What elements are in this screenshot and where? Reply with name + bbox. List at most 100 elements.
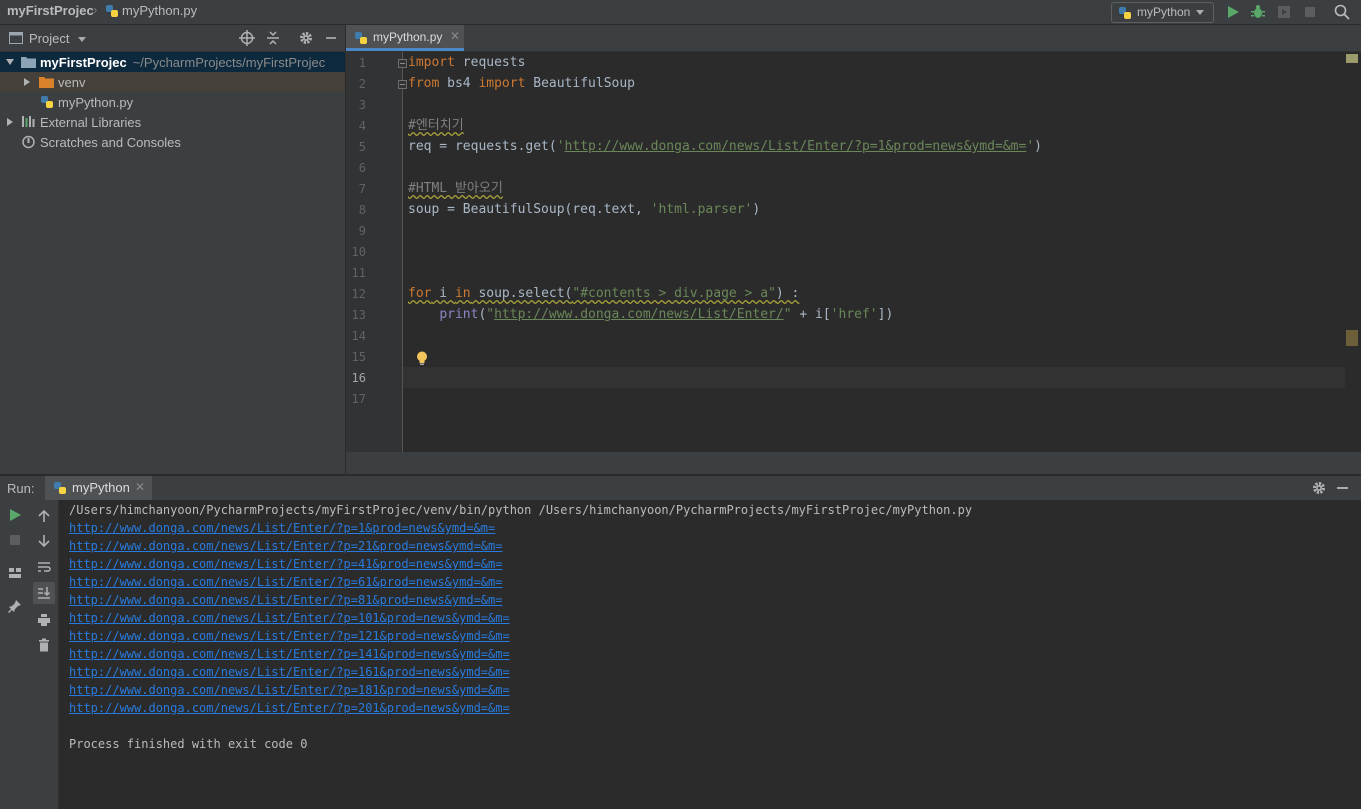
code-text: + i[ — [791, 307, 831, 322]
clear-all-button[interactable] — [37, 638, 51, 652]
console-output-link[interactable]: http://www.donga.com/news/List/Enter/?p=… — [69, 647, 510, 661]
coverage-button[interactable] — [1275, 3, 1293, 21]
console-output-link[interactable]: http://www.donga.com/news/List/Enter/?p=… — [69, 611, 510, 625]
hide-panel-button[interactable] — [323, 30, 339, 46]
breadcrumb-file[interactable]: myPython.py — [122, 3, 197, 18]
printer-icon — [38, 614, 50, 626]
console-output-link[interactable]: http://www.donga.com/news/List/Enter/?p=… — [69, 539, 502, 553]
line-number-gutter: 1 2 3 4 5 6 7 8 9 10 11 12 13 14 15 16 1… — [346, 52, 403, 452]
line-number: 4 — [358, 119, 366, 133]
tree-item-external-libraries[interactable]: External Libraries — [0, 112, 345, 132]
console-output-link[interactable]: http://www.donga.com/news/List/Enter/?p=… — [69, 593, 502, 607]
run-tab-mypython[interactable]: myPython ✕ — [45, 476, 152, 500]
string-url[interactable]: http://www.donga.com/news/List/Enter/ — [494, 307, 784, 322]
run-console-output[interactable]: /Users/himchanyoon/PycharmProjects/myFir… — [59, 500, 1361, 809]
console-output-link[interactable]: http://www.donga.com/news/List/Enter/?p=… — [69, 521, 495, 535]
code-text: ]) — [877, 307, 894, 322]
minimize-icon[interactable] — [1337, 487, 1348, 489]
console-output-link[interactable]: http://www.donga.com/news/List/Enter/?p=… — [69, 701, 510, 715]
tree-item-label: venv — [58, 75, 86, 90]
breadcrumb-project[interactable]: myFirstProjec — [7, 3, 94, 18]
string-url[interactable]: http://www.donga.com/news/List/Enter/?p=… — [565, 139, 1027, 154]
soft-wrap-button[interactable] — [37, 560, 51, 574]
project-panel: Project myFirstProjec ~/PycharmProjects/m… — [0, 25, 346, 474]
run-configuration-dropdown[interactable]: myPython — [1111, 2, 1214, 23]
comment: #HTML 받아오기 — [408, 181, 503, 196]
collapsed-arrow-icon[interactable] — [5, 117, 15, 127]
line-number: 10 — [351, 245, 366, 259]
scroll-end-icon — [38, 587, 51, 599]
close-icon[interactable]: ✕ — [135, 480, 145, 494]
pin-tab-button[interactable] — [8, 599, 22, 613]
console-exit-message: Process finished with exit code 0 — [69, 737, 308, 751]
fold-marker-icon[interactable] — [398, 80, 407, 89]
warning-marker[interactable] — [1346, 330, 1358, 346]
line-number: 14 — [351, 329, 366, 343]
print-button[interactable] — [37, 613, 51, 627]
code-text: ) : — [775, 286, 800, 301]
keyword: import — [408, 55, 455, 70]
scroll-to-end-button[interactable] — [33, 582, 55, 604]
console-output-link[interactable]: http://www.donga.com/news/List/Enter/?p=… — [69, 683, 510, 697]
code-line-13: print("http://www.donga.com/news/List/En… — [408, 304, 893, 325]
inspection-status-icon[interactable] — [1346, 54, 1358, 63]
scroll-down-button[interactable] — [37, 534, 51, 548]
code-editor[interactable]: 1 2 3 4 5 6 7 8 9 10 11 12 13 14 15 16 1… — [346, 52, 1361, 452]
fold-marker-icon[interactable] — [398, 59, 407, 68]
line-number: 11 — [351, 266, 366, 280]
stop-button[interactable] — [1301, 3, 1319, 21]
arrow-down-icon — [38, 535, 50, 548]
code-text: bs4 — [439, 76, 479, 91]
tree-item-project-root[interactable]: myFirstProjec ~/PycharmProjects/myFirstPr… — [0, 52, 345, 72]
current-line-highlight — [403, 367, 1345, 388]
editor-error-stripe[interactable] — [1345, 52, 1361, 452]
string-quote: ' — [556, 139, 565, 154]
code-text: soup = BeautifulSoup(req.text, — [408, 202, 651, 217]
console-output-link[interactable]: http://www.donga.com/news/List/Enter/?p=… — [69, 575, 502, 589]
close-icon[interactable]: ✕ — [450, 29, 460, 43]
collapse-all-button[interactable] — [265, 30, 281, 46]
console-output-link[interactable]: http://www.donga.com/news/List/Enter/?p=… — [69, 557, 502, 571]
locate-file-button[interactable] — [239, 30, 255, 46]
minimize-icon — [326, 37, 336, 39]
expanded-arrow-icon[interactable] — [5, 57, 15, 67]
project-panel-header: Project — [0, 25, 345, 52]
lightbulb-icon[interactable] — [416, 351, 428, 366]
python-file-icon — [354, 31, 368, 45]
stop-run-button[interactable] — [9, 534, 21, 546]
editor-tab-mypython[interactable]: myPython.py ✕ — [346, 25, 464, 51]
console-output-link[interactable]: http://www.donga.com/news/List/Enter/?p=… — [69, 665, 510, 679]
restore-layout-button[interactable] — [8, 567, 22, 579]
builtin-function: print — [439, 307, 479, 322]
gear-icon — [300, 32, 312, 44]
code-text: ) — [1034, 139, 1042, 154]
python-icon — [1118, 6, 1132, 20]
search-button[interactable] — [1333, 3, 1351, 21]
tree-item-mypython-file[interactable]: myPython.py — [0, 92, 345, 112]
chevron-down-icon[interactable] — [78, 37, 86, 42]
collapsed-arrow-icon[interactable] — [22, 77, 32, 87]
line-number: 17 — [351, 392, 366, 406]
gear-icon[interactable] — [1311, 480, 1327, 496]
tree-item-scratches[interactable]: Scratches and Consoles — [0, 132, 345, 152]
line-number: 6 — [358, 161, 366, 175]
line-number: 9 — [358, 224, 366, 238]
chevron-down-icon — [1196, 10, 1204, 15]
rerun-button[interactable] — [8, 507, 22, 523]
project-view-selector[interactable]: Project — [29, 31, 69, 46]
run-button[interactable] — [1224, 3, 1242, 21]
debug-button[interactable] — [1249, 3, 1267, 21]
tree-item-venv[interactable]: venv — [0, 72, 345, 92]
panel-settings-button[interactable] — [298, 30, 314, 46]
code-text: BeautifulSoup — [525, 76, 635, 91]
coverage-icon — [1278, 6, 1290, 18]
code-line-12: for i in soup.select("#contents > div.pa… — [408, 283, 799, 304]
console-output-link[interactable]: http://www.donga.com/news/List/Enter/?p=… — [69, 629, 510, 643]
keyword: import — [478, 76, 526, 91]
scroll-up-button[interactable] — [37, 509, 51, 523]
line-number: 5 — [358, 140, 366, 154]
line-number: 2 — [358, 77, 366, 91]
python-file-icon — [105, 4, 119, 18]
code-line-2: from bs4 import BeautifulSoup — [408, 73, 635, 94]
